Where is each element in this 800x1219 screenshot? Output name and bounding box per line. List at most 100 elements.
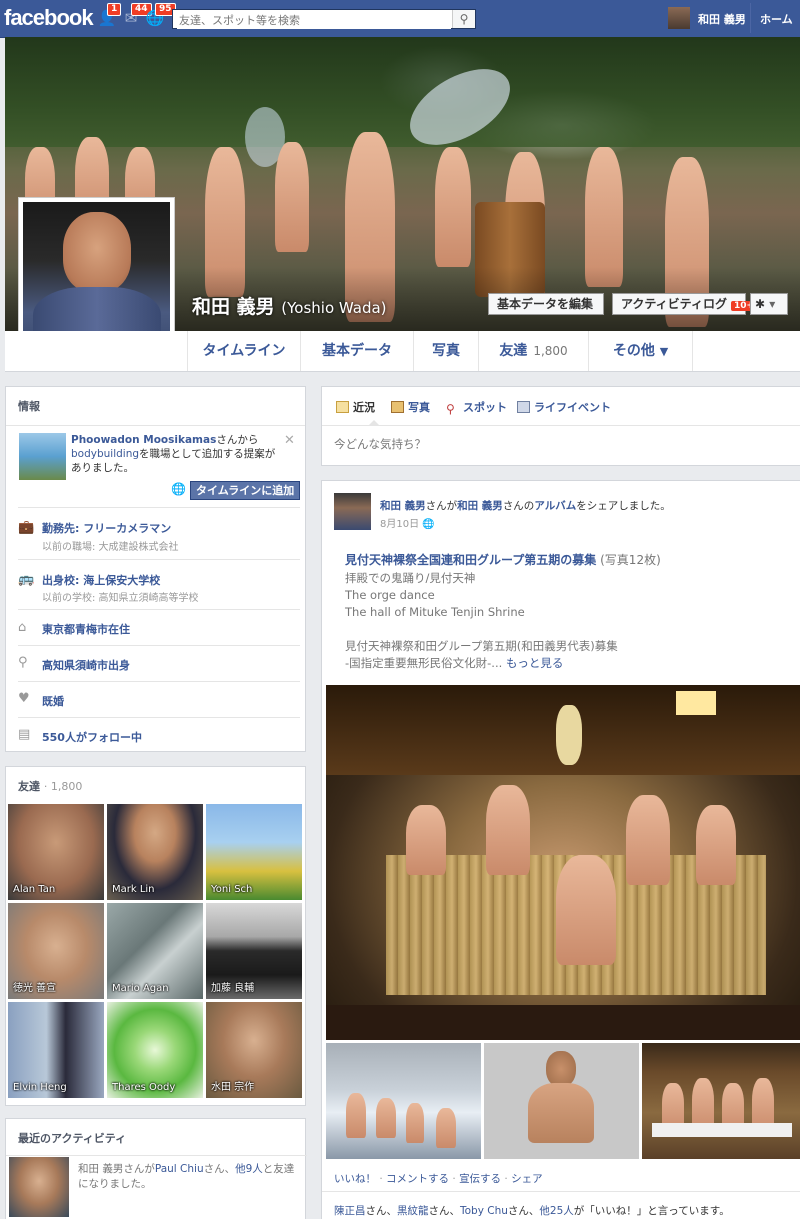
info-row-residence[interactable]: ⌂ 東京都青梅市在住: [18, 609, 300, 646]
liker-link[interactable]: Toby Chu: [460, 1205, 508, 1217]
friend-tile[interactable]: 加藤 良輔: [206, 903, 302, 999]
suggestion-thumbnail[interactable]: [19, 433, 66, 480]
tab-timeline[interactable]: タイムライン: [187, 331, 300, 371]
post-header-text-2: さんの: [502, 500, 535, 512]
friends-card: 友達 · 1,800 Alan Tan Mark Lin Yoni Sch 徳光…: [5, 766, 306, 1106]
user-avatar[interactable]: [668, 7, 690, 29]
suggestion-work-link[interactable]: bodybuilding: [71, 448, 139, 460]
friend-requests-icon[interactable]: 👤 1: [97, 3, 122, 27]
profile-picture-image: [23, 202, 170, 349]
album-title[interactable]: 見付天神裸祭全国連和田グループ第五期の募集 (写真12枚): [345, 551, 661, 568]
search-icon[interactable]: ⚲: [452, 10, 475, 28]
album-photo-count: (写真12枚): [600, 553, 661, 567]
friend-tile[interactable]: Thares Oody: [107, 1002, 203, 1098]
activity-log-button[interactable]: アクティビティログ 10+: [612, 293, 758, 315]
friend-name: Yoni Sch: [211, 884, 253, 895]
post-author-link[interactable]: 和田 義男: [380, 500, 426, 512]
info-row-residence-title[interactable]: 東京都青梅市在住: [42, 621, 130, 637]
composer-tab-place[interactable]: ⚲ スポット: [446, 399, 507, 416]
info-row-work-title[interactable]: 勤務先: フリーカメラマン: [42, 520, 171, 536]
chevron-down-icon: ▼: [659, 345, 669, 358]
composer: 近況 写真 ⚲ スポット ライフイベント 今どんな気持ち？: [321, 386, 800, 466]
notifications-icon[interactable]: 🌐 95: [145, 3, 176, 27]
comment-button[interactable]: コメントする: [386, 1173, 449, 1185]
friend-tile[interactable]: Mark Lin: [107, 804, 203, 900]
info-row-followers[interactable]: ▤ 550人がフォロー中: [18, 717, 300, 752]
composer-tab-photo[interactable]: 写真: [391, 399, 430, 415]
post-main-photo[interactable]: [326, 685, 800, 1040]
friend-tile[interactable]: 水田 宗作: [206, 1002, 302, 1098]
post-thumb-photo[interactable]: [484, 1043, 639, 1159]
globe-icon[interactable]: 🌐: [171, 482, 186, 496]
composer-tab-life-event[interactable]: ライフイベント: [517, 399, 611, 415]
info-row-hometown-title[interactable]: 高知県須崎市出身: [42, 657, 130, 673]
friend-tile[interactable]: Alan Tan: [8, 804, 104, 900]
chevron-down-icon: ▾: [769, 297, 776, 311]
share-button[interactable]: シェア: [511, 1173, 543, 1185]
divider: [322, 1191, 800, 1192]
tab-about[interactable]: 基本データ: [300, 331, 413, 371]
info-row-relationship[interactable]: ♥ 既婚: [18, 681, 300, 718]
like-button[interactable]: いいね！: [334, 1173, 376, 1185]
friend-requests-count: 1: [107, 3, 122, 16]
lantern-shape: [556, 705, 582, 765]
photo-figure: [376, 1098, 396, 1138]
recent-friend-link[interactable]: Paul Chiu: [155, 1163, 204, 1175]
tab-photos[interactable]: 写真: [413, 331, 478, 371]
promote-button[interactable]: 宣伝する: [459, 1173, 501, 1185]
info-card-title: 情報: [6, 387, 305, 426]
profile-name[interactable]: 和田 義男 (Yoshio Wada): [192, 292, 387, 319]
suggestion-person-link[interactable]: Phoowadon Moosikamas: [71, 434, 216, 446]
friend-name: Elvin Heng: [13, 1082, 67, 1093]
friend-tile[interactable]: Elvin Heng: [8, 1002, 104, 1098]
composer-input[interactable]: 今どんな気持ち？: [334, 436, 426, 452]
likers-others-link[interactable]: 他25人: [539, 1205, 573, 1217]
info-row-relationship-title[interactable]: 既婚: [42, 693, 64, 709]
post-date[interactable]: 8月10日 🌐: [380, 515, 435, 530]
recent-activity-thumbnail[interactable]: [9, 1157, 69, 1217]
info-row-school[interactable]: 🚌 出身校: 海上保安大学校 以前の学校: 高知県立須崎高等学校: [18, 559, 300, 610]
photo-figure: [346, 1093, 366, 1138]
see-more-link[interactable]: もっと見る: [506, 656, 564, 670]
tab-friends[interactable]: 友達 1,800: [478, 331, 588, 371]
profile-tabs: タイムライン 基本データ 写真 友達 1,800 その他 ▼: [5, 331, 800, 372]
gear-menu-button[interactable]: ✱ ▾: [750, 293, 788, 315]
life-event-icon: [517, 401, 530, 413]
post-thumb-photo[interactable]: [326, 1043, 481, 1159]
post-header-text-1: さんが: [425, 500, 458, 512]
tab-more[interactable]: その他 ▼: [588, 331, 693, 371]
messages-icon[interactable]: ✉ 44: [121, 3, 152, 27]
album-title-link[interactable]: 見付天神裸祭全国連和田グループ第五期の募集: [345, 553, 596, 567]
recent-activity-card: 最近のアクティビティ 和田 義男さんがPaul Chiuさん、他9人と友達になり…: [5, 1118, 307, 1219]
search-input[interactable]: [177, 11, 451, 29]
cover-trees: [5, 37, 800, 147]
friend-tile[interactable]: Yoni Sch: [206, 804, 302, 900]
photo-figure: [406, 805, 446, 875]
home-link[interactable]: ホーム: [760, 11, 793, 27]
composer-tab-status[interactable]: 近況: [336, 399, 375, 415]
post-owner-link[interactable]: 和田 義男: [457, 500, 503, 512]
info-card: 情報 ✕ Phoowadon Moosikamasさんから bodybuildin…: [5, 386, 306, 752]
info-row-followers-title[interactable]: 550人がフォロー中: [42, 729, 142, 745]
edit-profile-button[interactable]: 基本データを編集: [488, 293, 604, 315]
post-thumb-photo[interactable]: [642, 1043, 800, 1159]
add-to-timeline-button[interactable]: タイムラインに追加: [190, 481, 301, 500]
info-row-hometown[interactable]: ⚲ 高知県須崎市出身: [18, 645, 300, 682]
user-name-link[interactable]: 和田 義男: [698, 11, 746, 27]
cover-figure: [585, 147, 623, 287]
friends-card-title[interactable]: 友達 · 1,800: [18, 778, 82, 794]
post-author-avatar[interactable]: [334, 493, 371, 530]
recent-others-link[interactable]: 他9人: [235, 1163, 263, 1175]
separator: ·: [452, 1173, 456, 1185]
photo-figure: [486, 785, 530, 875]
facebook-logo[interactable]: facebook: [4, 5, 94, 31]
friend-tile[interactable]: Mario Agan: [107, 903, 203, 999]
photo-figure: [626, 795, 670, 885]
liker-link[interactable]: 黒紋龍: [397, 1205, 429, 1217]
post-album-link[interactable]: アルバム: [534, 500, 576, 512]
info-row-school-title[interactable]: 出身校: 海上保安大学校: [42, 572, 160, 588]
close-icon[interactable]: ✕: [284, 433, 295, 448]
liker-link[interactable]: 陳正昌: [334, 1205, 366, 1217]
photo-figure: [436, 1108, 456, 1148]
friend-tile[interactable]: 徳光 善宣: [8, 903, 104, 999]
